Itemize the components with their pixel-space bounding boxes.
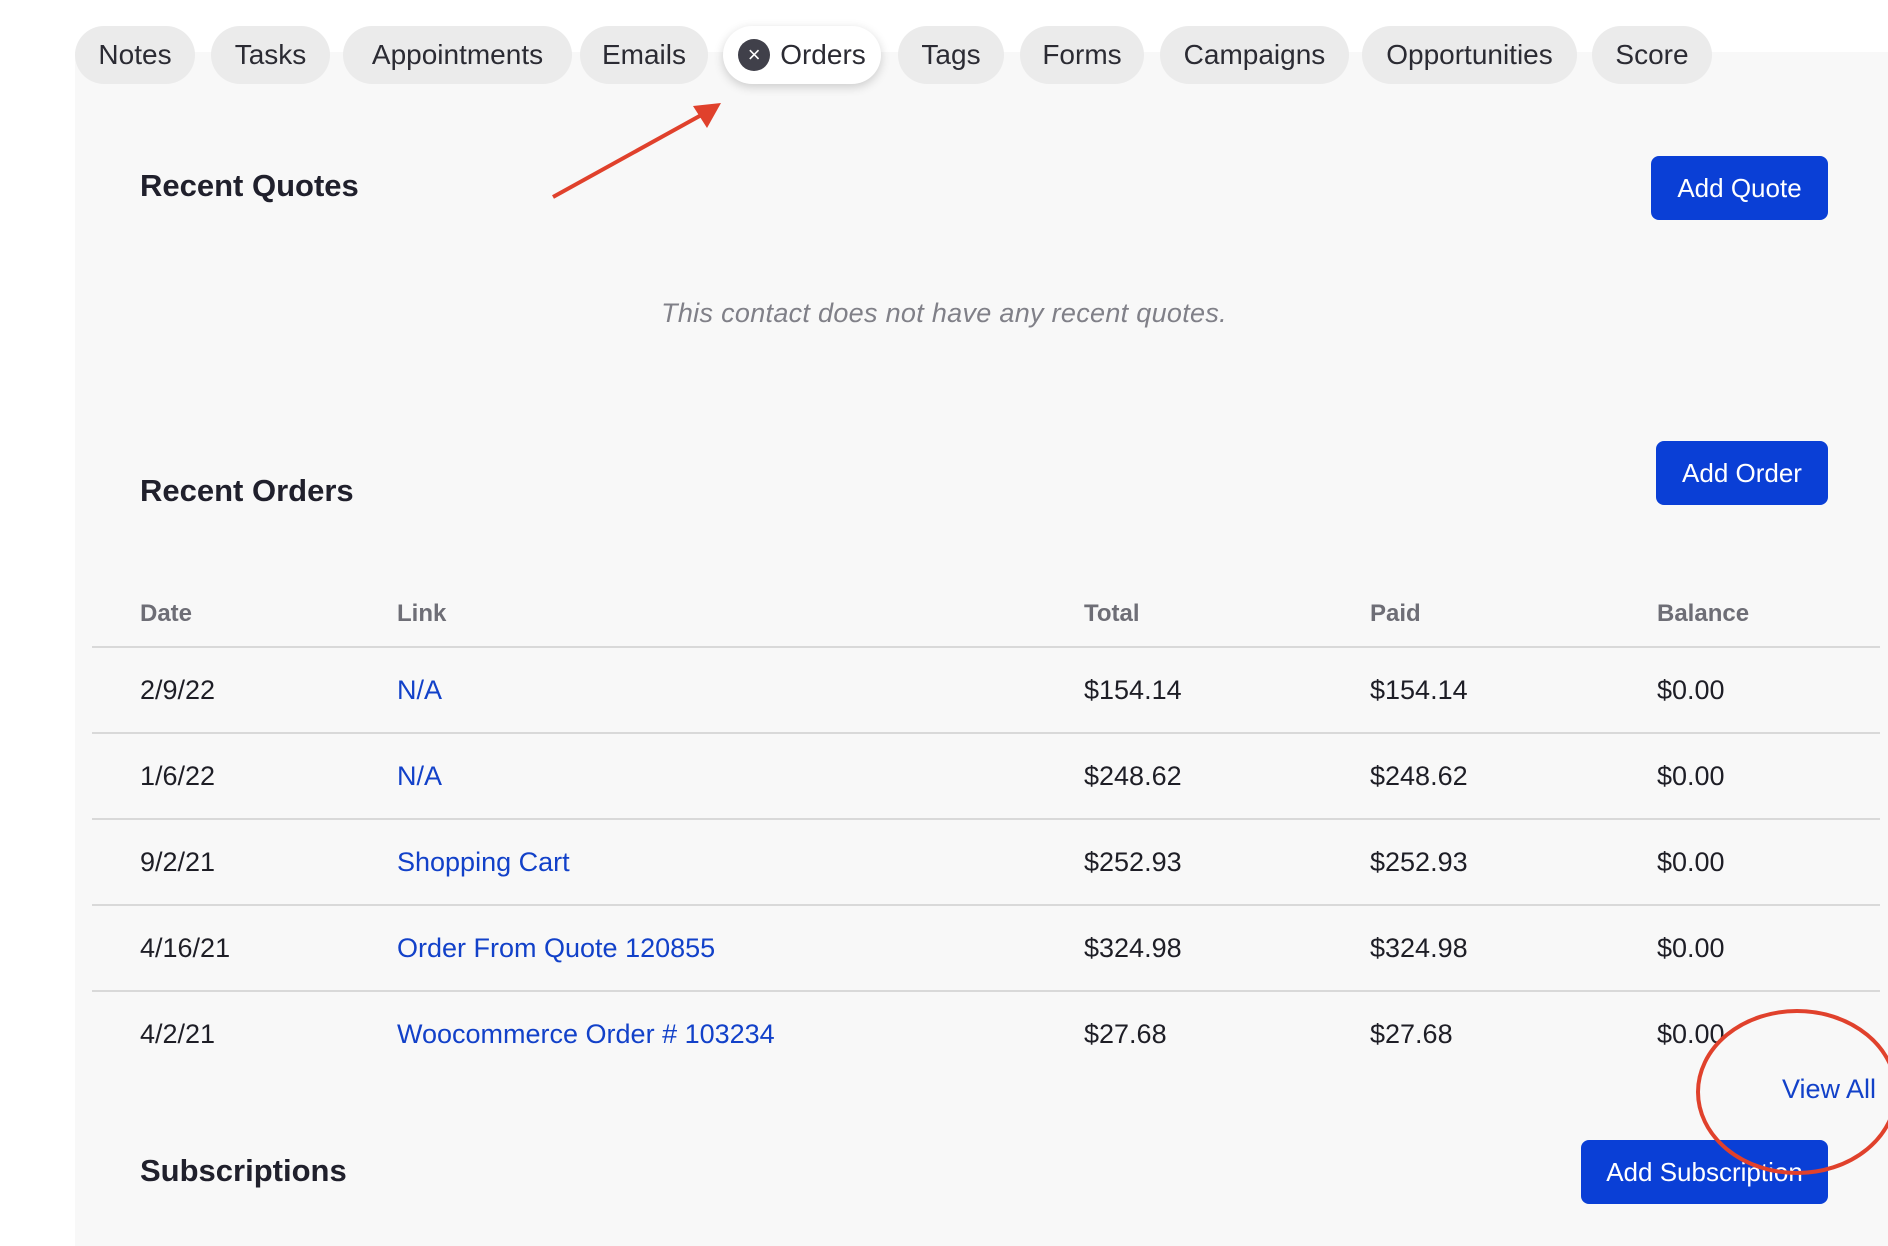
- column-header-link[interactable]: Link: [397, 582, 446, 646]
- order-date: 1/6/22: [140, 760, 216, 791]
- tab-label: Emails: [601, 39, 686, 70]
- tab-label: Forms: [1042, 39, 1122, 70]
- column-header-date[interactable]: Date: [140, 582, 192, 646]
- order-paid: $252.93: [1370, 846, 1468, 877]
- add-quote-button[interactable]: Add Quote: [1651, 156, 1828, 220]
- tab-label: Opportunities: [1386, 39, 1553, 70]
- tab-forms[interactable]: Forms: [1020, 26, 1144, 84]
- table-row: 4/2/21 Woocommerce Order # 103234 $27.68…: [92, 992, 1880, 1076]
- tab-label: Campaigns: [1183, 39, 1326, 70]
- order-paid: $324.98: [1370, 932, 1468, 963]
- tab-emails[interactable]: Emails: [580, 26, 708, 84]
- view-all-orders-link[interactable]: View All: [1782, 1074, 1876, 1105]
- tab-label: Tags: [921, 39, 981, 70]
- table-row: 9/2/21 Shopping Cart $252.93 $252.93 $0.…: [92, 820, 1880, 906]
- table-row: 2/9/22 N/A $154.14 $154.14 $0.00: [92, 648, 1880, 734]
- order-total: $154.14: [1084, 674, 1182, 705]
- order-balance: $0.00: [1657, 846, 1725, 877]
- order-total: $248.62: [1084, 760, 1182, 791]
- tab-campaigns[interactable]: Campaigns: [1160, 26, 1349, 84]
- tab-label: Orders: [780, 39, 866, 70]
- order-link[interactable]: N/A: [397, 648, 442, 732]
- order-balance: $0.00: [1657, 932, 1725, 963]
- tab-label: Notes: [98, 39, 172, 70]
- order-balance: $0.00: [1657, 1018, 1725, 1049]
- order-total: $324.98: [1084, 932, 1182, 963]
- tab-label: Tasks: [234, 39, 307, 70]
- column-header-paid[interactable]: Paid: [1370, 582, 1421, 646]
- order-total: $27.68: [1084, 1018, 1167, 1049]
- column-header-total[interactable]: Total: [1084, 582, 1140, 646]
- table-row: 4/16/21 Order From Quote 120855 $324.98 …: [92, 906, 1880, 992]
- order-link[interactable]: N/A: [397, 734, 442, 818]
- order-paid: $248.62: [1370, 760, 1468, 791]
- order-balance: $0.00: [1657, 674, 1725, 705]
- order-date: 4/2/21: [140, 1018, 216, 1049]
- close-icon[interactable]: ×: [738, 39, 771, 71]
- tab-notes[interactable]: Notes: [75, 26, 195, 84]
- tab-score[interactable]: Score: [1592, 26, 1712, 84]
- tab-appointments[interactable]: Appointments: [343, 26, 572, 84]
- order-date: 4/16/21: [140, 932, 231, 963]
- order-link[interactable]: Woocommerce Order # 103234: [397, 992, 775, 1076]
- order-balance: $0.00: [1657, 760, 1725, 791]
- order-link[interactable]: Shopping Cart: [397, 820, 570, 904]
- order-link[interactable]: Order From Quote 120855: [397, 906, 715, 990]
- table-header: Date Link Total Paid Balance: [92, 582, 1880, 648]
- order-paid: $27.68: [1370, 1018, 1453, 1049]
- recent-quotes-title: Recent Quotes: [140, 168, 359, 203]
- tab-tasks[interactable]: Tasks: [211, 26, 330, 84]
- table-row: 1/6/22 N/A $248.62 $248.62 $0.00: [92, 734, 1880, 820]
- order-date: 2/9/22: [140, 674, 216, 705]
- add-order-button[interactable]: Add Order: [1656, 441, 1828, 505]
- subscriptions-title: Subscriptions: [140, 1153, 347, 1188]
- add-subscription-button[interactable]: Add Subscription: [1581, 1140, 1828, 1204]
- order-date: 9/2/21: [140, 846, 216, 877]
- recent-orders-title: Recent Orders: [140, 473, 354, 508]
- order-total: $252.93: [1084, 846, 1182, 877]
- tab-orders[interactable]: × Orders: [723, 26, 881, 84]
- tab-label: Appointments: [371, 39, 544, 70]
- quotes-empty-message: This contact does not have any recent qu…: [661, 298, 1227, 328]
- tab-tags[interactable]: Tags: [898, 26, 1004, 84]
- order-paid: $154.14: [1370, 674, 1468, 705]
- tab-opportunities[interactable]: Opportunities: [1362, 26, 1577, 84]
- tab-label: Score: [1615, 39, 1689, 70]
- column-header-balance[interactable]: Balance: [1657, 582, 1749, 646]
